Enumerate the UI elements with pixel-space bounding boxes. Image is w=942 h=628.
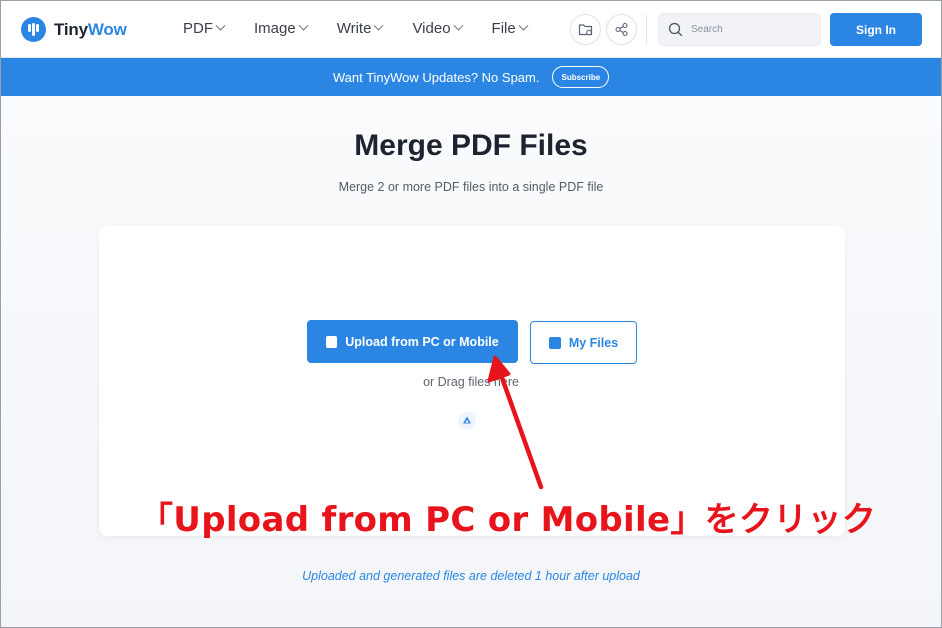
subscribe-button[interactable]: Subscribe (552, 66, 610, 88)
logo-wordmark: TinyWow (54, 20, 127, 40)
logo-wordmark-part1: Tiny (54, 19, 88, 39)
nav-video-label: Video (412, 20, 451, 37)
chevron-down-icon (453, 20, 463, 31)
search-icon (668, 22, 683, 37)
upload-from-pc-button[interactable]: Upload from PC or Mobile (307, 320, 518, 363)
my-files-label: My Files (568, 335, 619, 350)
drag-hint: or Drag files here (423, 375, 519, 389)
google-drive-icon[interactable] (458, 412, 476, 430)
nav-write-label: Write (336, 20, 372, 37)
chevron-down-icon (373, 20, 384, 31)
my-files-button[interactable]: My Files (530, 321, 637, 364)
nav-file[interactable]: File (491, 20, 529, 37)
deletion-notice: Uploaded and generated files are deleted… (302, 569, 640, 583)
share-icon (615, 22, 628, 37)
header-divider (646, 15, 647, 45)
folder-share-icon (578, 24, 592, 36)
folder-icon (548, 336, 561, 349)
top-navbar: TinyWow PDF Image Write Video File Searc… (1, 1, 941, 58)
logo-wordmark-part2: Wow (87, 19, 127, 39)
nav-file-label: File (491, 20, 516, 37)
sign-in-button[interactable]: Sign In (830, 13, 922, 46)
chevron-down-icon (298, 20, 309, 31)
page-subtitle: Merge 2 or more PDF files into a single … (338, 180, 604, 194)
nav-pdf-label: PDF (183, 20, 213, 37)
nav-image-label: Image (254, 20, 296, 37)
updates-banner: Want TinyWow Updates? No Spam. Subscribe (1, 58, 941, 96)
annotation-caption: 「Upload from PC or Mobile」をクリック (139, 500, 877, 540)
nav-image[interactable]: Image (254, 20, 309, 37)
banner-text: Want TinyWow Updates? No Spam. (332, 69, 540, 85)
page-title: Merge PDF Files (354, 129, 588, 162)
search-input[interactable] (691, 24, 811, 35)
chevron-down-icon (518, 20, 529, 31)
tinywow-logo-icon (21, 17, 46, 42)
upload-button-label: Upload from PC or Mobile (345, 334, 499, 349)
nav-video[interactable]: Video (412, 20, 463, 37)
upload-file-icon (326, 335, 338, 348)
search-box[interactable] (658, 13, 821, 46)
my-files-header-button[interactable] (570, 14, 601, 45)
nav-write[interactable]: Write (336, 20, 384, 37)
nav-pdf[interactable]: PDF (183, 20, 226, 37)
share-button[interactable] (606, 14, 637, 45)
tinywow-logo[interactable]: TinyWow (21, 17, 127, 42)
main-nav: PDF Image Write Video File (183, 20, 529, 37)
chevron-down-icon (215, 20, 226, 31)
